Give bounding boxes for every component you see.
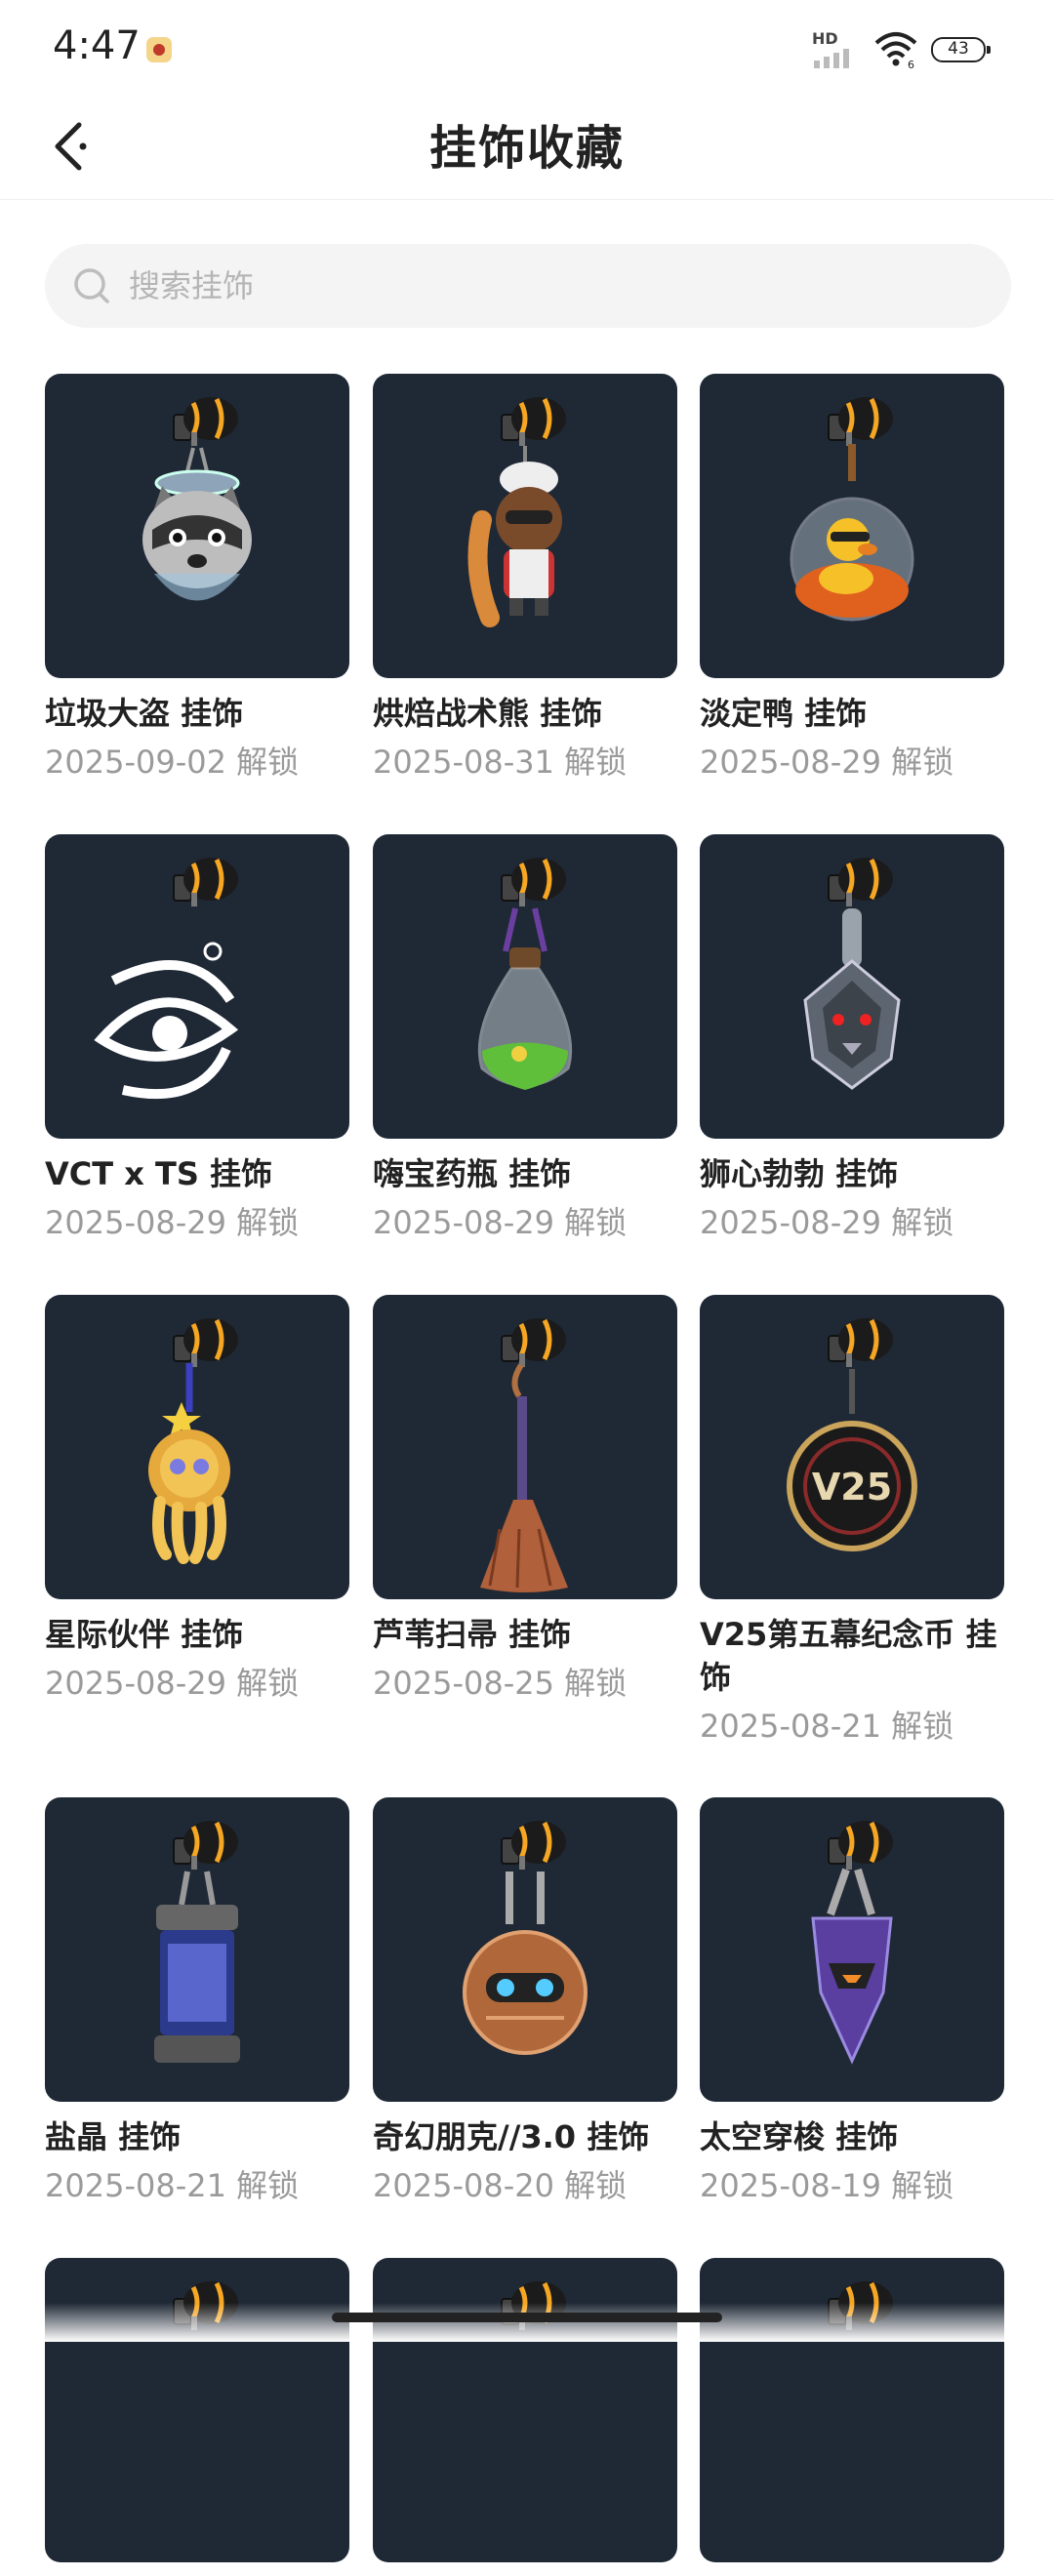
clip-icon [173,858,238,906]
charm-card[interactable]: 嗨宝药瓶 挂饰 2025-08-29 解锁 [373,834,677,1242]
charm-name: V25第五幕纪念币 挂饰 [700,1616,997,1696]
charm-name: 芦苇扫帚 挂饰 [373,1616,572,1653]
clip-icon [501,858,566,906]
charm-card[interactable]: 垃圾大盗 挂饰 2025-09-02 解锁 [45,374,349,782]
fantasy-punk-charm-icon [463,1821,588,2055]
charm-name: 淡定鸭 挂饰 [700,695,868,732]
clip-icon [828,397,893,446]
charm-unlock-date: 2025-08-25 解锁 [373,1665,628,1702]
charm-thumbnail[interactable] [45,1295,349,1599]
charm-thumbnail[interactable] [700,374,1004,678]
charm-card[interactable]: 星际伙伴 挂饰 2025-08-29 解锁 [45,1295,349,1703]
charm-thumbnail[interactable] [45,374,349,678]
potion-bottle-charm-icon [477,858,573,1090]
status-time: 4:47 [53,23,141,68]
clip-icon [828,858,893,906]
charm-name: 烘焙战术熊 挂饰 [373,695,603,732]
charm-name: 奇幻朋克//3.0 挂饰 [373,2118,650,2155]
charm-name: 星际伙伴 挂饰 [45,1616,244,1653]
charm-unlock-date: 2025-08-31 解锁 [373,744,628,781]
raccoon-charm-icon [142,397,252,601]
charm-card[interactable]: 烘焙战术熊 挂饰 2025-08-31 解锁 [373,374,677,782]
duck-orb-charm-icon [790,397,914,622]
charm-name: VCT x TS 挂饰 [45,1155,273,1192]
battery-indicator: 43 [931,37,991,62]
salt-canister-charm-icon [154,1821,240,2063]
charm-name: 嗨宝药瓶 挂饰 [373,1155,572,1192]
charm-unlock-date: 2025-08-21 解锁 [700,1708,954,1745]
charm-thumbnail[interactable] [45,834,349,1139]
charm-unlock-date: 2025-08-29 解锁 [45,1204,300,1241]
charm-thumbnail[interactable] [700,1797,1004,2102]
wifi-icon: 6 [874,32,917,68]
charm-unlock-date: 2025-08-29 解锁 [45,1665,300,1702]
v25-coin-charm-icon: V25 [787,1318,917,1551]
network-type: HD [812,29,838,48]
clip-icon [501,1318,566,1367]
charm-card[interactable]: 太空穿梭 挂饰 2025-08-19 解锁 [700,1797,1004,2205]
charm-thumbnail[interactable] [45,1797,349,2102]
charm-unlock-date: 2025-08-20 解锁 [373,2167,628,2204]
clip-icon [501,1821,566,1870]
wifi-label: 6 [908,59,914,68]
charm-name: 狮心勃勃 挂饰 [700,1155,899,1192]
charm-unlock-date: 2025-08-29 解锁 [373,1204,628,1241]
clip-icon [173,397,238,446]
charm-card[interactable]: 盐晶 挂饰 2025-08-21 解锁 [45,1797,349,2205]
status-bar: 4:47 HD 6 43 [0,0,1054,98]
charm-card[interactable]: VCT x TS 挂饰 2025-08-29 解锁 [45,834,349,1242]
charm-card[interactable]: 淡定鸭 挂饰 2025-08-29 解锁 [700,374,1004,782]
charm-unlock-date: 2025-08-19 解锁 [700,2167,954,2204]
clip-icon [173,1821,238,1870]
header: 挂饰收藏 [0,98,1054,200]
broom-charm-icon [480,1318,568,1592]
svg-text:V25: V25 [812,1466,892,1509]
baker-bear-charm-icon [467,397,566,627]
charm-name: 盐晶 挂饰 [45,2118,182,2155]
clip-icon [828,1821,893,1870]
search-icon [74,268,109,303]
charm-thumbnail[interactable]: V25 [700,1295,1004,1599]
search-bar[interactable] [45,244,1011,328]
charm-card[interactable]: V25 V25第五幕纪念币 挂饰 2025-08-21 解锁 [700,1295,1004,1746]
notification-app-icon [146,37,172,62]
charm-thumbnail[interactable] [373,1797,677,2102]
clip-icon [828,1318,893,1367]
charm-unlock-date: 2025-08-29 解锁 [700,1204,954,1241]
charm-card[interactable]: 奇幻朋克//3.0 挂饰 2025-08-20 解锁 [373,1797,677,2205]
clip-icon [173,1318,238,1367]
home-indicator[interactable] [332,2313,722,2322]
lion-head-charm-icon [803,858,901,1090]
charm-card[interactable]: 狮心勃勃 挂饰 2025-08-29 解锁 [700,834,1004,1242]
charm-unlock-date: 2025-08-21 解锁 [45,2167,300,2204]
charm-unlock-date: 2025-08-29 解锁 [700,744,954,781]
charm-thumbnail[interactable] [373,1295,677,1599]
bottom-fade [0,2303,1054,2342]
space-shuttle-charm-icon [811,1821,893,2065]
charm-unlock-date: 2025-09-02 解锁 [45,744,300,781]
charm-thumbnail[interactable] [700,834,1004,1139]
charm-name: 垃圾大盗 挂饰 [45,695,244,732]
clip-icon [501,397,566,446]
page-title: 挂饰收藏 [428,121,625,176]
octopus-charm-icon [148,1318,238,1564]
signal-icon [814,49,849,68]
eye-emblem-charm-icon [94,858,239,1100]
charm-thumbnail[interactable] [373,834,677,1139]
charm-card[interactable]: 芦苇扫帚 挂饰 2025-08-25 解锁 [373,1295,677,1703]
charm-name: 太空穿梭 挂饰 [700,2118,899,2155]
charm-thumbnail[interactable] [373,374,677,678]
search-input[interactable] [127,256,1011,316]
